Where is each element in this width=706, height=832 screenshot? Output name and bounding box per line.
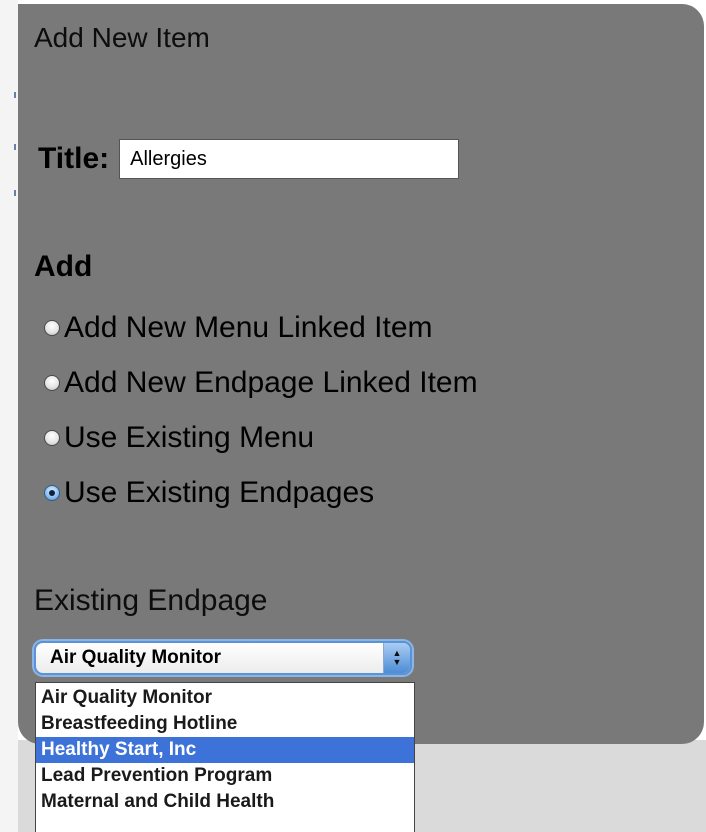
- radio-label: Use Existing Menu: [64, 420, 315, 454]
- add-item-panel: Add New Item Title: Add Add New Menu Lin…: [18, 4, 704, 744]
- edge-marker: [14, 190, 16, 196]
- radio-button-icon[interactable]: [44, 429, 60, 446]
- left-edge-strip: [0, 0, 18, 832]
- endpage-dropdown-list: Air Quality Monitor Breastfeeding Hotlin…: [35, 682, 415, 832]
- dropdown-option[interactable]: Maternal and Child Health: [36, 789, 414, 815]
- edge-marker: [14, 144, 16, 150]
- dropdown-option-highlighted[interactable]: Healthy Start, Inc: [36, 737, 414, 763]
- radio-button-icon[interactable]: [44, 484, 60, 501]
- title-input[interactable]: [119, 139, 460, 179]
- radio-label: Add New Endpage Linked Item: [64, 365, 478, 399]
- radio-use-existing-endpages[interactable]: Use Existing Endpages: [44, 465, 478, 520]
- radio-add-new-endpage-linked-item[interactable]: Add New Endpage Linked Item: [44, 355, 478, 410]
- radio-use-existing-menu[interactable]: Use Existing Menu: [44, 410, 478, 465]
- radio-button-icon[interactable]: [44, 319, 60, 336]
- dropdown-option[interactable]: Lead Prevention Program: [36, 763, 414, 789]
- radio-label: Use Existing Endpages: [64, 475, 375, 509]
- title-label: Title:: [38, 142, 110, 175]
- radio-button-icon[interactable]: [44, 374, 60, 391]
- existing-endpage-select[interactable]: Air Quality Monitor ▲ ▼: [34, 641, 412, 675]
- title-field-row: Title:: [38, 136, 460, 182]
- arrow-down-icon: ▼: [392, 657, 402, 667]
- existing-endpage-label: Existing Endpage: [34, 584, 268, 617]
- dropdown-option[interactable]: Breastfeeding Hotline: [36, 711, 414, 737]
- up-down-arrows-icon[interactable]: ▲ ▼: [383, 643, 410, 673]
- edge-marker: [14, 92, 16, 98]
- dropdown-option[interactable]: Air Quality Monitor: [36, 685, 414, 711]
- select-current-value: Air Quality Monitor: [50, 647, 221, 668]
- radio-label: Add New Menu Linked Item: [64, 310, 433, 344]
- add-type-radio-group: Add New Menu Linked Item Add New Endpage…: [44, 300, 478, 520]
- add-heading: Add: [34, 250, 93, 283]
- radio-add-new-menu-linked-item[interactable]: Add New Menu Linked Item: [44, 300, 478, 355]
- panel-title: Add New Item: [34, 22, 210, 53]
